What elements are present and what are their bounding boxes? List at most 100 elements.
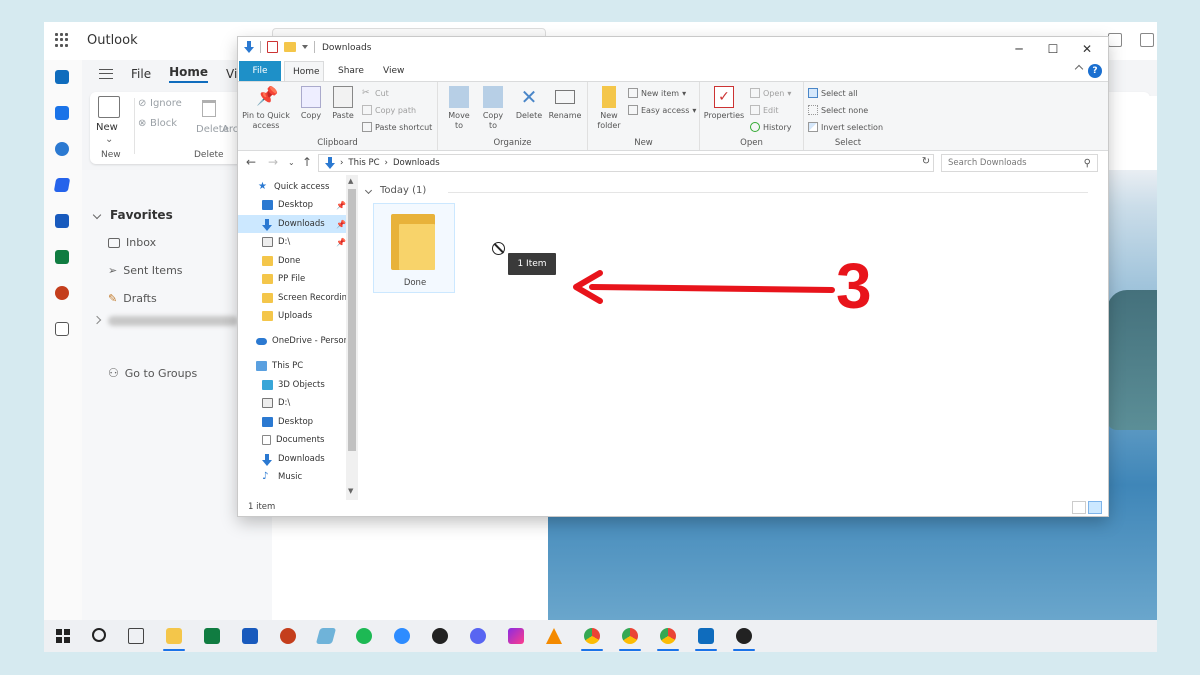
properties-button[interactable]: ✓ Properties bbox=[702, 86, 746, 121]
paste-shortcut-button[interactable]: Paste shortcut bbox=[362, 122, 432, 132]
search-icon[interactable] bbox=[92, 628, 106, 642]
nav-documents[interactable]: Documents bbox=[238, 431, 346, 449]
menu-file[interactable]: File bbox=[131, 67, 151, 81]
delete-button[interactable]: ✕ Delete bbox=[512, 86, 546, 121]
maximize-button[interactable]: ☐ bbox=[1036, 37, 1070, 61]
copy-to-button[interactable]: Copy to bbox=[476, 86, 510, 131]
folder-item-done[interactable]: Done bbox=[373, 203, 455, 293]
refresh-icon[interactable]: ↻ bbox=[918, 154, 934, 170]
block-button[interactable]: Block bbox=[150, 118, 177, 129]
snipping-tool-icon[interactable] bbox=[315, 628, 337, 644]
edit-button[interactable]: Edit bbox=[750, 105, 779, 115]
nav-downloads[interactable]: Downloads 📌 bbox=[238, 215, 346, 233]
tab-share[interactable]: Share bbox=[330, 61, 372, 81]
nav-d-drive[interactable]: D:\ 📌 bbox=[238, 233, 346, 251]
outlook-notes-icon[interactable] bbox=[1140, 33, 1154, 47]
obs-icon[interactable] bbox=[432, 628, 448, 644]
outlook-taskbar-icon[interactable] bbox=[698, 628, 714, 644]
file-explorer-taskbar-icon[interactable] bbox=[166, 628, 182, 644]
up-arrow-icon[interactable]: ↑ bbox=[302, 155, 312, 169]
easy-access-button[interactable]: Easy access ▾ bbox=[628, 105, 696, 115]
new-folder-quick-icon[interactable] bbox=[284, 42, 296, 52]
outlook-apps-icon[interactable] bbox=[1108, 33, 1122, 47]
folder-inbox[interactable]: Inbox bbox=[108, 236, 156, 249]
chrome-profile-icon[interactable] bbox=[622, 628, 638, 644]
new-dropdown-icon[interactable]: ⌄ bbox=[105, 134, 113, 145]
mail-icon[interactable] bbox=[55, 70, 69, 84]
copy-path-button[interactable]: Copy path bbox=[362, 105, 416, 115]
nav-desktop[interactable]: Desktop 📌 bbox=[238, 196, 346, 214]
breadcrumb-this-pc[interactable]: This PC bbox=[348, 158, 379, 168]
rename-button[interactable]: Rename bbox=[548, 86, 582, 121]
tab-home[interactable]: Home bbox=[284, 61, 324, 81]
task-view-icon[interactable] bbox=[128, 628, 144, 644]
excel-taskbar-icon[interactable] bbox=[204, 628, 220, 644]
discord-icon[interactable] bbox=[470, 628, 486, 644]
powerpoint-taskbar-icon[interactable] bbox=[280, 628, 296, 644]
close-button[interactable]: ✕ bbox=[1070, 37, 1104, 61]
app-launcher-icon[interactable] bbox=[55, 33, 69, 47]
new-folder-button[interactable]: New folder bbox=[592, 86, 626, 131]
favorites-header[interactable]: Favorites bbox=[92, 208, 173, 222]
more-apps-icon[interactable] bbox=[55, 322, 69, 336]
new-mail-button[interactable]: New bbox=[96, 122, 118, 133]
minimize-button[interactable]: ─ bbox=[1002, 37, 1036, 61]
large-icons-view-icon[interactable] bbox=[1088, 501, 1102, 514]
search-downloads-input[interactable]: Search Downloads ⚲ bbox=[941, 154, 1098, 172]
properties-quick-icon[interactable] bbox=[267, 41, 278, 53]
go-to-groups-link[interactable]: ⚇ Go to Groups bbox=[108, 366, 197, 380]
nav-done[interactable]: Done bbox=[238, 252, 346, 270]
chrome-profile-2-icon[interactable] bbox=[660, 628, 676, 644]
windows-start-icon[interactable] bbox=[56, 629, 70, 643]
scrollbar-thumb[interactable] bbox=[348, 189, 356, 451]
todo-check-icon[interactable] bbox=[53, 178, 71, 192]
recent-locations-icon[interactable]: ⌄ bbox=[288, 158, 295, 167]
nav-this-pc[interactable]: This PC bbox=[238, 357, 346, 375]
hamburger-icon[interactable] bbox=[99, 69, 113, 79]
folder-sent-items[interactable]: ➢ Sent Items bbox=[108, 264, 183, 277]
powerpoint-icon[interactable] bbox=[55, 286, 69, 300]
select-none-button[interactable]: Select none bbox=[808, 105, 868, 115]
nav-d-drive-2[interactable]: D:\ bbox=[238, 394, 346, 412]
calendar-icon[interactable] bbox=[55, 106, 69, 120]
details-view-icon[interactable] bbox=[1072, 501, 1086, 514]
scroll-up-icon[interactable]: ▲ bbox=[348, 177, 353, 185]
nav-3d-objects[interactable]: 3D Objects bbox=[238, 376, 346, 394]
chrome-icon[interactable] bbox=[584, 628, 600, 644]
nav-onedrive[interactable]: OneDrive - Persor bbox=[238, 332, 346, 350]
open-button[interactable]: Open ▾ bbox=[750, 88, 791, 98]
cut-button[interactable]: ✂ Cut bbox=[362, 88, 389, 98]
nav-uploads[interactable]: Uploads bbox=[238, 307, 346, 325]
excel-icon[interactable] bbox=[55, 250, 69, 264]
group-header-today[interactable]: Today (1) bbox=[364, 185, 426, 196]
tab-file[interactable]: File bbox=[239, 61, 281, 81]
nav-pp-file[interactable]: PP File bbox=[238, 270, 346, 288]
tab-view[interactable]: View bbox=[375, 61, 412, 81]
help-icon[interactable]: ? bbox=[1088, 64, 1102, 78]
screen-recorder-icon[interactable] bbox=[736, 628, 752, 644]
scroll-down-icon[interactable]: ▼ bbox=[348, 487, 353, 495]
invert-selection-button[interactable]: Invert selection bbox=[808, 122, 883, 132]
breadcrumb-downloads[interactable]: Downloads bbox=[393, 158, 440, 168]
customize-toolbar-caret-icon[interactable] bbox=[302, 45, 308, 49]
new-item-button[interactable]: New item ▾ bbox=[628, 88, 686, 98]
move-to-button[interactable]: Move to bbox=[442, 86, 476, 131]
clipchamp-icon[interactable] bbox=[508, 628, 524, 644]
nav-desktop-2[interactable]: Desktop bbox=[238, 413, 346, 431]
zoom-icon[interactable] bbox=[394, 628, 410, 644]
nav-pane-scrollbar[interactable]: ▲ ▼ bbox=[346, 175, 358, 500]
nav-music[interactable]: ♪ Music bbox=[238, 468, 346, 486]
nav-screen-recordings[interactable]: Screen Recordin bbox=[238, 289, 346, 307]
address-bar[interactable]: › This PC › Downloads bbox=[318, 154, 934, 172]
account-expander[interactable] bbox=[92, 315, 102, 325]
nav-quick-access[interactable]: ★ Quick access bbox=[238, 178, 346, 196]
new-mail-icon[interactable] bbox=[98, 96, 120, 118]
collapse-ribbon-icon[interactable] bbox=[1074, 64, 1084, 74]
vlc-icon[interactable] bbox=[546, 628, 562, 644]
pin-to-quick-access-button[interactable]: 📌 Pin to Quick access bbox=[240, 86, 292, 131]
folder-drafts[interactable]: ✎ Drafts bbox=[108, 292, 157, 305]
select-all-button[interactable]: Select all bbox=[808, 88, 858, 98]
history-button[interactable]: History bbox=[750, 122, 791, 132]
archive-button[interactable]: Arc bbox=[222, 124, 238, 135]
spotify-icon[interactable] bbox=[356, 628, 372, 644]
